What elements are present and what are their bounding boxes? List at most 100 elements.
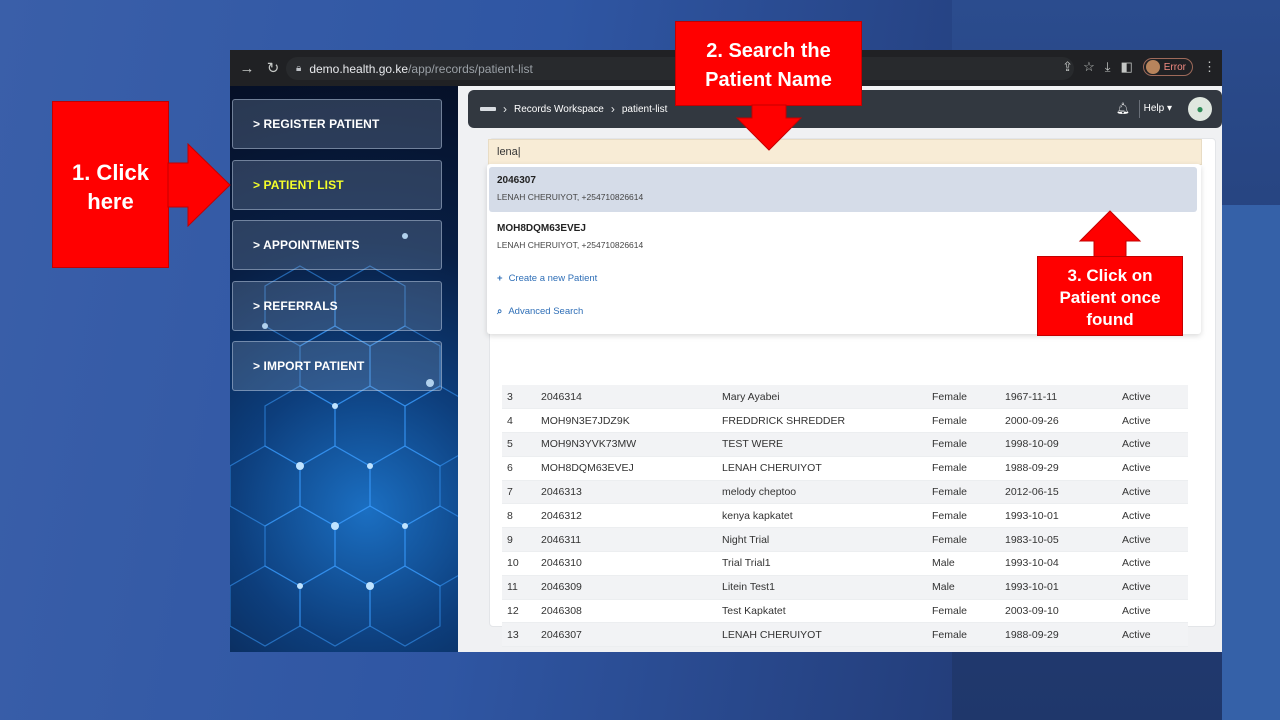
step3-callout: 3. Click on Patient once found [1037, 256, 1183, 336]
browser-menu-icon[interactable]: ⋮ [1203, 59, 1216, 75]
status-cell: Active [1117, 527, 1188, 553]
status-cell: Active [1117, 480, 1188, 505]
forward-icon[interactable]: → [236, 60, 258, 77]
search-value: lena [497, 146, 518, 158]
patient-id-cell: 2046307 [536, 622, 717, 648]
help-menu[interactable]: Help ▾ [1144, 103, 1172, 114]
download-icon[interactable]: ⤓ [1105, 59, 1111, 75]
table-row[interactable]: 8 2046312 kenya kapkatet Female 1993-10-01 Ac… [502, 503, 1188, 529]
table-row[interactable]: 5 MOH9N3YVK73MW TEST WERE Female 1998-10-09 A… [502, 432, 1188, 457]
table-row[interactable]: 7 2046313 melody cheptoo Female 2012-06-15 Ac… [502, 480, 1188, 505]
create-new-patient-label: Create a new Patient [508, 273, 598, 284]
row-number-cell: 10 [502, 551, 536, 576]
patient-name-cell: FREDDRICK SHREDDER [717, 408, 927, 434]
breadcrumb-patient-list: patient-list [621, 103, 668, 115]
patient-id-cell: MOH8DQM63EVEJ [536, 456, 717, 481]
patient-name-cell: Test Kapkatet [717, 599, 927, 624]
step1-line2: here [87, 189, 134, 214]
row-number-cell: 6 [502, 456, 536, 481]
sidebar-item-patient-list[interactable]: > PATIENT LIST [232, 160, 442, 210]
row-number-cell: 13 [502, 622, 536, 648]
sidebar-item-import-patient[interactable]: > IMPORT PATIENT [232, 341, 442, 391]
browser-actions: ⇪ ☆ ⤓ ◧ Error ⋮ [1062, 58, 1216, 76]
slide-background-accent [1222, 205, 1280, 720]
table-row[interactable]: 11 2046309 Litein Test1 Male 1993-10-01 Activ… [502, 575, 1188, 600]
status-cell: Active [1117, 408, 1188, 434]
profile-status-label: Error [1163, 61, 1186, 73]
chevron-right-icon: › [503, 102, 507, 116]
row-number-cell: 8 [502, 503, 536, 529]
gender-cell: Female [927, 622, 1000, 648]
url-path: /app/records/patient-list [408, 61, 533, 76]
search-icon: ⌕ [497, 306, 503, 317]
gender-cell: Female [927, 408, 1000, 434]
breadcrumb-records-workspace[interactable]: Records Workspace [514, 104, 604, 115]
step3-line3: found [1086, 310, 1134, 329]
share-icon[interactable]: ⇪ [1062, 59, 1073, 75]
dob-cell: 1993-10-04 [1000, 551, 1117, 576]
step1-line1: 1. Click [71, 160, 150, 185]
dob-cell: 1993-10-01 [1000, 503, 1117, 529]
patient-name-cell: LENAH CHERUIYOT [717, 622, 927, 648]
sidebar-item-appointments[interactable]: > APPOINTMENTS [232, 220, 442, 270]
patient-name-cell: melody cheptoo [717, 480, 927, 505]
user-avatar-icon[interactable]: ● [1188, 97, 1212, 121]
advanced-search-link[interactable]: ⌕ Advanced Search [497, 306, 583, 317]
home-icon[interactable] [480, 107, 496, 111]
bookmark-star-icon[interactable]: ☆ [1083, 59, 1095, 75]
browser-window: → ↻ 🔒︎ demo.health.go.ke/app/records/pat… [230, 50, 1222, 652]
table-row[interactable]: 3 2046314 Mary Ayabei Female 1967-11-11 Activ… [502, 385, 1188, 410]
patient-search-input[interactable]: lena| [488, 139, 1202, 165]
gender-cell: Female [927, 527, 1000, 553]
patient-id-cell: 2046313 [536, 480, 717, 505]
patient-name-cell: Night Trial [717, 527, 927, 553]
patient-id-cell: 2046311 [536, 527, 717, 553]
row-number-cell: 3 [502, 385, 536, 410]
status-cell: Active [1117, 503, 1188, 529]
patient-name-cell: kenya kapkatet [717, 503, 927, 529]
notification-bell-icon[interactable]: 🔔︎ [1116, 102, 1130, 115]
dob-cell: 1983-10-05 [1000, 527, 1117, 553]
sidebar-item-register-patient[interactable]: > REGISTER PATIENT [232, 99, 442, 149]
patient-name-cell: Mary Ayabei [717, 385, 927, 410]
row-number-cell: 9 [502, 527, 536, 553]
sidebar: > REGISTER PATIENT > PATIENT LIST > APPO… [230, 86, 458, 652]
table-row[interactable]: 10 2046310 Trial Trial1 Male 1993-10-04 Activ… [502, 551, 1188, 576]
status-cell: Active [1117, 622, 1188, 648]
suggestion-detail: LENAH CHERUIYOT, +254710826614 [497, 192, 644, 202]
status-cell: Active [1117, 575, 1188, 600]
table-row[interactable]: 12 2046308 Test Kapkatet Female 2003-09-10 Ac… [502, 599, 1188, 624]
gender-cell: Female [927, 385, 1000, 410]
table-row[interactable]: 13 2046307 LENAH CHERUIYOT Female 1988-09-29… [502, 622, 1188, 648]
dob-cell: 1988-09-29 [1000, 622, 1117, 648]
table-row[interactable]: 9 2046311 Night Trial Female 1983-10-05 Activ… [502, 527, 1188, 553]
row-number-cell: 7 [502, 480, 536, 505]
create-new-patient-link[interactable]: + Create a new Patient [497, 273, 597, 284]
table-row[interactable]: 6 MOH8DQM63EVEJ LENAH CHERUIYOT Female 1988-… [502, 456, 1188, 481]
status-cell: Active [1117, 432, 1188, 457]
patient-name-cell: TEST WERE [717, 432, 927, 457]
topbar-divider [1139, 100, 1140, 118]
table-row[interactable]: 4 MOH9N3E7JDZ9K FREDDRICK SHREDDER Female 20… [502, 408, 1188, 434]
lock-icon: 🔒︎ [296, 63, 302, 74]
dob-cell: 2000-09-26 [1000, 408, 1117, 434]
status-cell: Active [1117, 599, 1188, 624]
patient-name-cell: Trial Trial1 [717, 551, 927, 576]
gender-cell: Female [927, 456, 1000, 481]
plus-icon: + [497, 273, 503, 284]
dob-cell: 1988-09-29 [1000, 456, 1117, 481]
suggestion-item[interactable]: 2046307 LENAH CHERUIYOT, +254710826614 [489, 167, 1197, 212]
status-cell: Active [1117, 456, 1188, 481]
sidebar-item-referrals[interactable]: > REFERRALS [232, 281, 442, 331]
gender-cell: Female [927, 480, 1000, 505]
main-content: › Records Workspace › patient-list 🔔︎ He… [458, 86, 1222, 652]
step2-line2: Patient Name [705, 69, 832, 91]
sidepanel-icon[interactable]: ◧ [1120, 59, 1132, 75]
profile-error-chip[interactable]: Error [1142, 58, 1193, 76]
dob-cell: 1993-10-01 [1000, 575, 1117, 600]
step2-arrow-down [735, 104, 803, 151]
step3-line2: Patient once [1059, 288, 1161, 307]
patient-id-cell: 2046312 [536, 503, 717, 529]
reload-icon[interactable]: ↻ [262, 59, 284, 77]
step2-callout: 2. Search the Patient Name [675, 21, 862, 106]
